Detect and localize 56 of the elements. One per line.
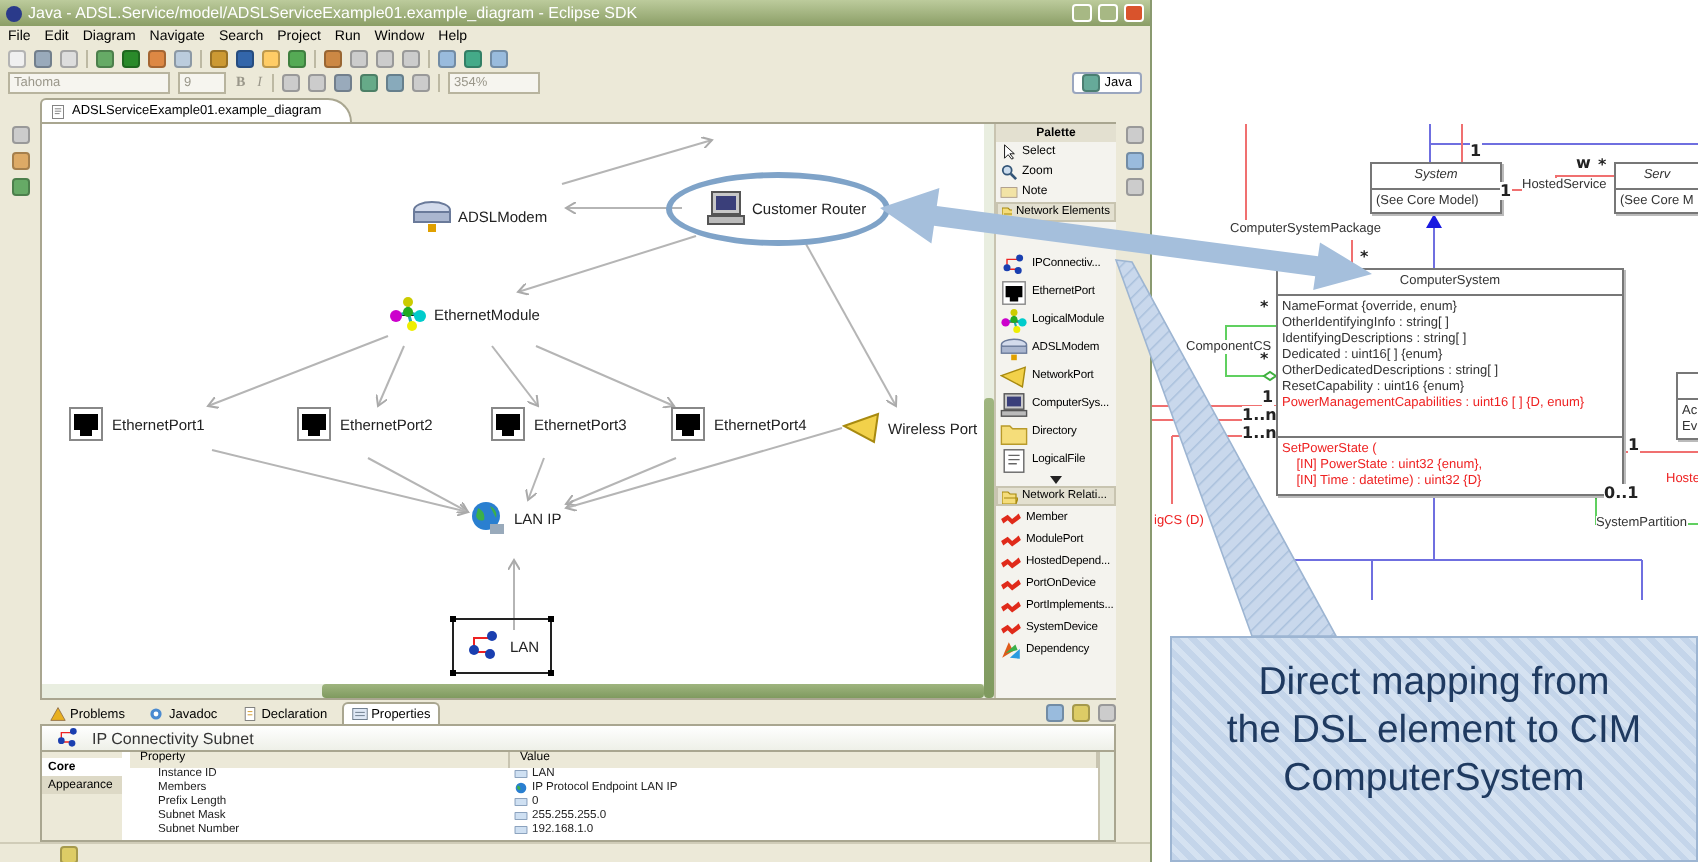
connector-arrow bbox=[507, 559, 521, 631]
horizontal-scrollbar[interactable] bbox=[42, 684, 984, 698]
molecule-icon bbox=[1000, 307, 1028, 333]
molecule-icon bbox=[388, 296, 428, 332]
document-icon bbox=[241, 706, 258, 722]
socket-icon bbox=[1000, 279, 1028, 305]
note-icon bbox=[1000, 184, 1018, 200]
wedge-icon bbox=[1000, 363, 1028, 389]
pointer-icon bbox=[1000, 144, 1018, 160]
list-icon bbox=[351, 706, 368, 722]
zoom-icon bbox=[1000, 164, 1018, 180]
resize-handle[interactable] bbox=[547, 670, 554, 676]
resize-handle[interactable] bbox=[547, 616, 554, 622]
association-label: 1 bbox=[1500, 182, 1512, 200]
minimize-button[interactable] bbox=[1072, 4, 1092, 22]
association-label: w bbox=[1576, 154, 1591, 172]
resize-handle[interactable] bbox=[450, 670, 456, 676]
association-label: 1 bbox=[1470, 142, 1482, 160]
window-title: Java - ADSL.Service/model/ADSLServiceExample01.example_diagram - Eclipse SDK bbox=[28, 4, 640, 22]
socket-icon bbox=[66, 406, 106, 442]
resize-handle[interactable] bbox=[450, 616, 456, 622]
association-label: 1 bbox=[1262, 388, 1274, 406]
callout-text: Direct mapping from the DSL element to CIM ComputerSystem bbox=[1226, 658, 1642, 802]
maximize-button[interactable] bbox=[1098, 4, 1118, 22]
open-folder-icon bbox=[1002, 489, 1018, 503]
computer-icon bbox=[706, 190, 746, 226]
socket-icon bbox=[488, 406, 528, 442]
device-icon bbox=[1000, 335, 1028, 361]
app-icon bbox=[6, 5, 22, 21]
association-label: 1 bbox=[1628, 436, 1640, 454]
folder-icon bbox=[1000, 419, 1028, 445]
status-icon bbox=[60, 845, 78, 862]
globe-icon bbox=[468, 500, 508, 536]
field-icon bbox=[514, 767, 528, 779]
association-label: 0..1 bbox=[1604, 484, 1639, 502]
document-icon bbox=[50, 103, 66, 119]
computer-icon bbox=[1000, 391, 1028, 417]
network-icon bbox=[54, 726, 82, 750]
view-title: IP Connectivity Subnet bbox=[92, 729, 254, 747]
perspective-icon bbox=[1082, 73, 1101, 91]
socket-icon bbox=[294, 406, 334, 442]
wedge-icon bbox=[842, 410, 882, 446]
vertical-scrollbar[interactable] bbox=[984, 124, 994, 698]
socket-icon bbox=[668, 406, 708, 442]
at-sign-icon bbox=[148, 706, 165, 722]
network-icon bbox=[1000, 251, 1028, 277]
connector-arrow bbox=[524, 457, 545, 501]
vertical-scrollbar[interactable] bbox=[1098, 752, 1114, 840]
connector-arrow bbox=[565, 201, 683, 215]
association-label: 1..n bbox=[1242, 406, 1277, 424]
arrows-icon bbox=[1000, 639, 1022, 659]
globe-icon bbox=[514, 781, 528, 793]
document-icon bbox=[1000, 447, 1028, 473]
association-label: 1..n bbox=[1242, 424, 1277, 442]
close-button[interactable] bbox=[1124, 4, 1144, 22]
device-icon bbox=[412, 198, 452, 234]
